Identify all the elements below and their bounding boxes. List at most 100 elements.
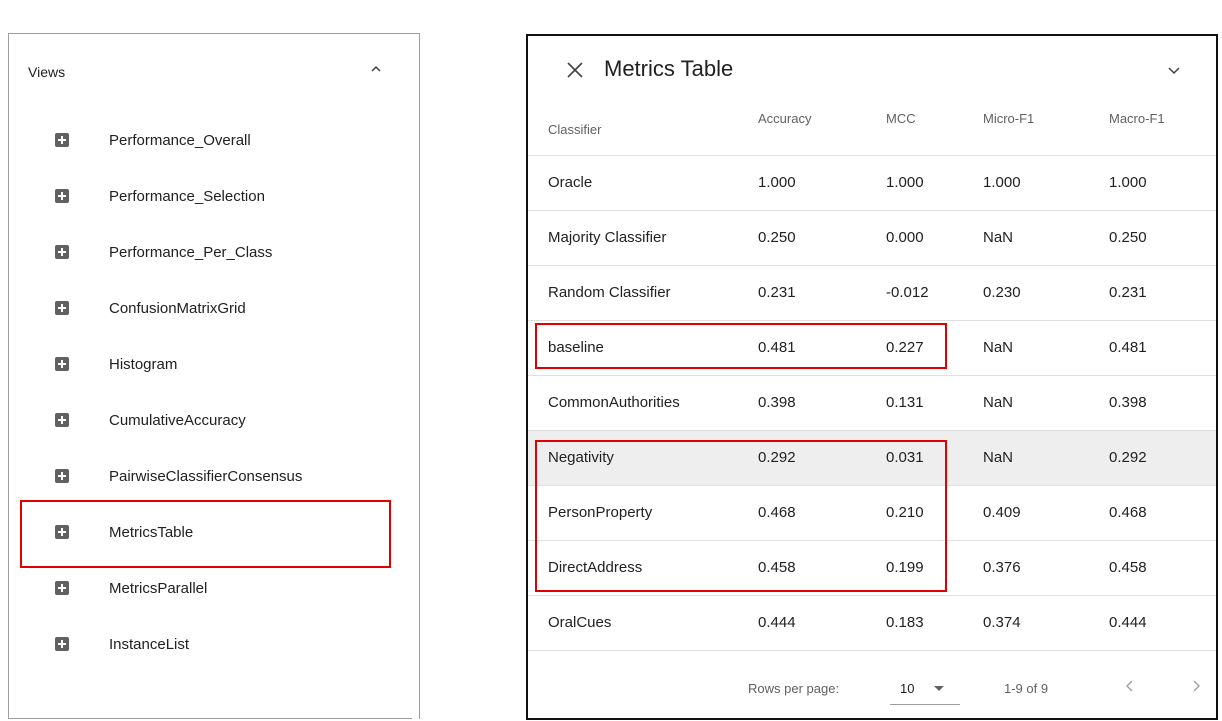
panel-divider [8,718,412,719]
cell-accuracy: 1.000 [758,174,796,191]
cell-micro-f1: 0.409 [983,504,1021,521]
table-row[interactable]: CommonAuthorities 0.398 0.131 NaN 0.398 [528,376,1216,431]
cell-micro-f1: 0.374 [983,614,1021,631]
view-item-metrics-table[interactable]: MetricsTable [55,517,385,547]
chevron-down-icon[interactable] [1166,64,1182,76]
cell-accuracy: 0.292 [758,449,796,466]
plus-square-icon [55,469,69,483]
cell-classifier: PersonProperty [548,504,653,521]
cell-macro-f1: 0.481 [1109,339,1147,356]
chevron-up-icon[interactable] [367,60,385,78]
cell-micro-f1: NaN [983,339,1014,356]
view-item-label: Histogram [109,355,178,373]
cell-classifier: CommonAuthorities [548,394,680,411]
close-icon[interactable] [566,61,584,79]
cell-mcc: 0.210 [886,504,924,521]
cell-accuracy: 0.468 [758,504,796,521]
cell-macro-f1: 0.398 [1109,394,1147,411]
cell-micro-f1: NaN [983,394,1014,411]
dropdown-arrow-icon[interactable] [934,686,944,691]
view-item-label: ConfusionMatrixGrid [109,299,246,317]
chevron-right-icon[interactable] [1190,678,1202,694]
view-item-label: CumulativeAccuracy [109,411,246,429]
panel-title: Metrics Table [604,56,734,81]
cell-mcc: -0.012 [886,284,929,301]
column-header-accuracy[interactable]: Accuracy [758,111,811,126]
table-header: Classifier Accuracy MCC Micro-F1 Macro-F… [528,102,1216,156]
view-item-label: MetricsParallel [109,579,208,597]
cell-macro-f1: 0.292 [1109,449,1147,466]
view-item-label: Performance_Per_Class [109,243,273,261]
cell-micro-f1: NaN [983,229,1014,246]
cell-accuracy: 0.458 [758,559,796,576]
view-item-instance-list[interactable]: InstanceList [55,629,385,659]
column-header-classifier[interactable]: Classifier [548,122,601,137]
cell-accuracy: 0.250 [758,229,796,246]
plus-square-icon [55,133,69,147]
cell-mcc: 0.227 [886,339,924,356]
view-item-pairwise-classifier-consensus[interactable]: PairwiseClassifierConsensus [55,461,385,491]
table-row[interactable]: baseline 0.481 0.227 NaN 0.481 [528,321,1216,376]
table-row[interactable]: Majority Classifier 0.250 0.000 NaN 0.25… [528,211,1216,266]
cell-classifier: baseline [548,339,604,356]
view-item-confusion-matrix-grid[interactable]: ConfusionMatrixGrid [55,293,385,323]
rows-per-page-label: Rows per page: [748,681,840,696]
view-item-histogram[interactable]: Histogram [55,349,385,379]
cell-mcc: 0.031 [886,449,924,466]
plus-square-icon [55,189,69,203]
table-row[interactable]: Random Classifier 0.231 -0.012 0.230 0.2… [528,266,1216,321]
rows-per-page-select[interactable]: 10 [900,681,914,696]
plus-square-icon [55,301,69,315]
cell-mcc: 1.000 [886,174,924,191]
view-item-label: Performance_Selection [109,187,265,205]
view-item-cumulative-accuracy[interactable]: CumulativeAccuracy [55,405,385,435]
cell-accuracy: 0.231 [758,284,796,301]
cell-classifier: Negativity [548,449,614,466]
cell-mcc: 0.000 [886,229,924,246]
plus-square-icon [55,357,69,371]
select-underline [890,704,960,705]
cell-mcc: 0.183 [886,614,924,631]
view-item-performance-overall[interactable]: Performance_Overall [55,125,385,155]
view-item-label: InstanceList [109,635,190,653]
table-row[interactable]: Negativity 0.292 0.031 NaN 0.292 [528,431,1216,486]
view-item-performance-per-class[interactable]: Performance_Per_Class [55,237,385,267]
plus-square-icon [55,581,69,595]
table-row[interactable]: OralCues 0.444 0.183 0.374 0.444 [528,596,1216,651]
view-item-performance-selection[interactable]: Performance_Selection [55,181,385,211]
column-header-mcc[interactable]: MCC [886,111,916,126]
view-item-label: PairwiseClassifierConsensus [109,467,303,485]
cell-macro-f1: 0.444 [1109,614,1147,631]
cell-macro-f1: 0.250 [1109,229,1147,246]
plus-square-icon [55,637,69,651]
cell-classifier: Random Classifier [548,284,671,301]
cell-macro-f1: 0.468 [1109,504,1147,521]
cell-accuracy: 0.444 [758,614,796,631]
cell-classifier: Majority Classifier [548,229,667,246]
table-row[interactable]: Oracle 1.000 1.000 1.000 1.000 [528,156,1216,211]
cell-classifier: DirectAddress [548,559,643,576]
cell-micro-f1: 1.000 [983,174,1021,191]
table-pagination: Rows per page: 10 1-9 of 9 [528,656,1216,718]
cell-micro-f1: 0.376 [983,559,1021,576]
column-header-micro-f1[interactable]: Micro-F1 [983,111,1034,126]
plus-square-icon [55,413,69,427]
cell-accuracy: 0.481 [758,339,796,356]
plus-square-icon [55,525,69,539]
pagination-range: 1-9 of 9 [1004,681,1049,696]
table-row[interactable]: PersonProperty 0.468 0.210 0.409 0.468 [528,486,1216,541]
view-item-metrics-parallel[interactable]: MetricsParallel [55,573,385,603]
cell-macro-f1: 1.000 [1109,174,1147,191]
view-item-label: Performance_Overall [109,131,251,149]
views-header: Views [28,64,66,80]
cell-macro-f1: 0.231 [1109,284,1147,301]
cell-micro-f1: 0.230 [983,284,1021,301]
cell-micro-f1: NaN [983,449,1014,466]
chevron-left-icon[interactable] [1124,678,1136,694]
panel-header: Metrics Table [528,36,1216,102]
column-header-macro-f1[interactable]: Macro-F1 [1109,111,1165,126]
cell-classifier: Oracle [548,174,593,191]
table-row[interactable]: DirectAddress 0.458 0.199 0.376 0.458 [528,541,1216,596]
cell-classifier: OralCues [548,614,612,631]
cell-accuracy: 0.398 [758,394,796,411]
